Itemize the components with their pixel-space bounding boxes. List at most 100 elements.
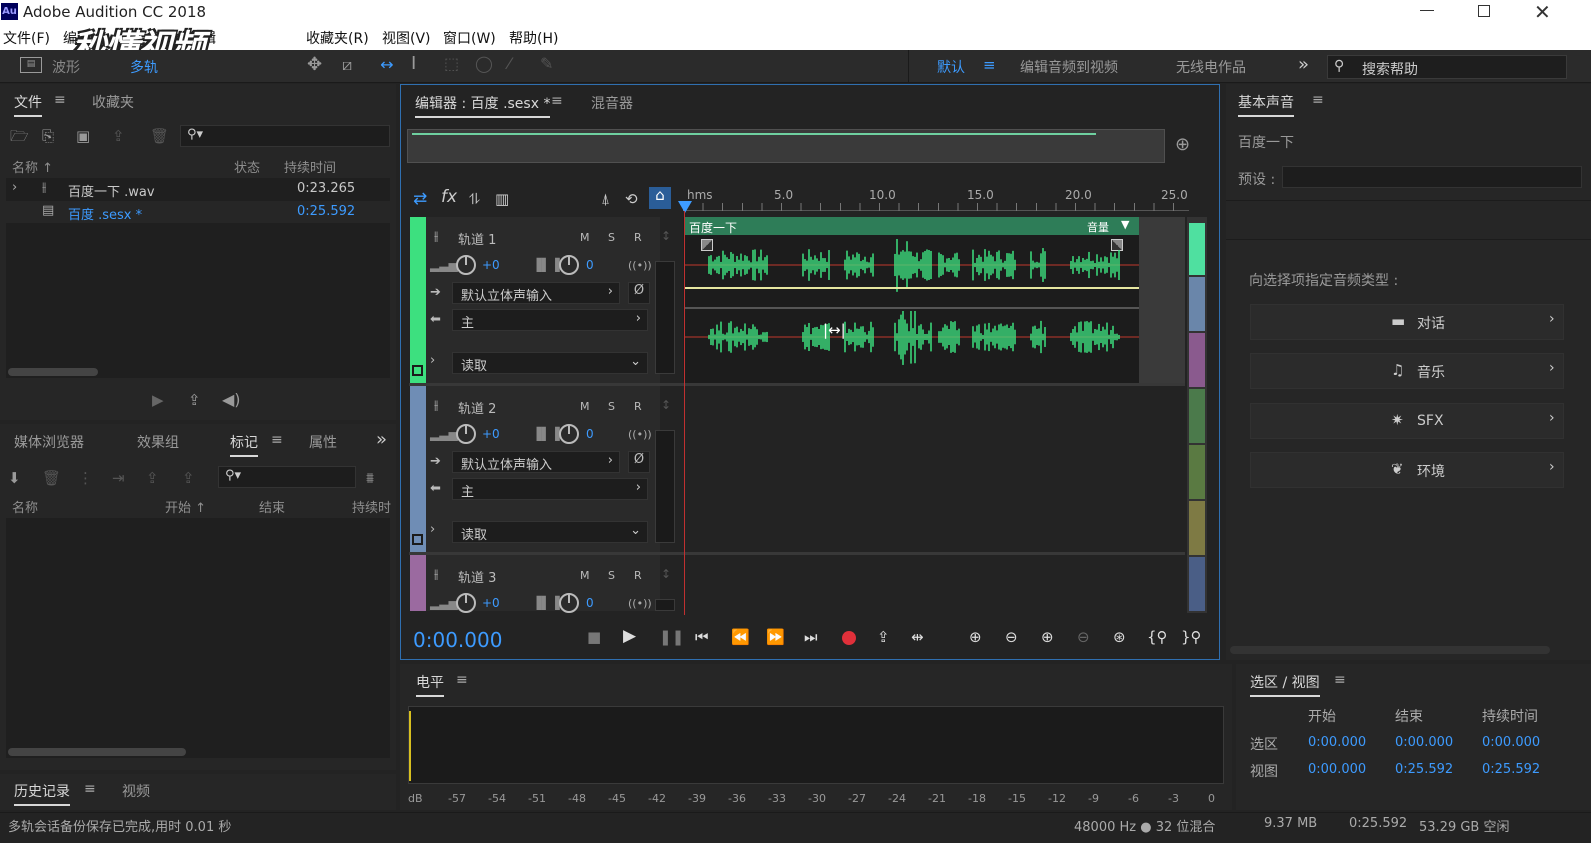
volume-value[interactable]: +0: [482, 427, 500, 441]
column-end[interactable]: 结束: [259, 497, 285, 516]
zoom-out-time-icon[interactable]: ⊖: [1077, 629, 1090, 645]
tab-video[interactable]: 视频: [122, 781, 150, 801]
tab-markers[interactable]: 标记: [230, 432, 258, 457]
column-name[interactable]: 名称: [12, 497, 38, 516]
chevron-down-icon[interactable]: ▼: [1121, 218, 1129, 231]
type-ambience-button[interactable]: ❦ 环境 ›: [1250, 452, 1564, 488]
tab-media-browser[interactable]: 媒体浏览器: [14, 432, 84, 452]
zoom-navigator-icon[interactable]: ⊕: [1175, 136, 1190, 154]
tab-favorites[interactable]: 收藏夹: [92, 92, 134, 112]
essential-sound-scrollbar[interactable]: [1230, 646, 1550, 654]
volume-value[interactable]: +0: [482, 596, 500, 610]
track-name[interactable]: 轨道 2: [458, 398, 496, 417]
delete-icon[interactable]: 🗑: [150, 128, 169, 144]
record-arm-button[interactable]: R: [634, 569, 642, 582]
levels-menu-icon[interactable]: ≡: [456, 672, 468, 688]
mute-button[interactable]: M: [580, 231, 590, 244]
menu-favorites[interactable]: 收藏夹(R): [306, 28, 369, 48]
column-name[interactable]: 名称 ↑: [12, 157, 53, 176]
view-duration[interactable]: 0:25.592: [1482, 762, 1540, 777]
input-select[interactable]: 默认立体声输入 ›: [452, 282, 620, 304]
markers-menu-icon[interactable]: ≡: [271, 432, 283, 448]
inputs-outputs-icon[interactable]: ⇄: [413, 191, 427, 208]
mute-button[interactable]: M: [580, 569, 590, 582]
zoom-in-point-icon[interactable]: {⚲: [1147, 629, 1168, 645]
insert-icon[interactable]: ⇪: [112, 128, 125, 144]
sends-icon[interactable]: ⥮: [469, 191, 480, 207]
close-button[interactable]: ✕: [1534, 0, 1551, 24]
selection-duration[interactable]: 0:00.000: [1482, 735, 1540, 750]
track-resize-icon[interactable]: ↕: [661, 229, 671, 243]
volume-knob[interactable]: [456, 593, 476, 613]
track-name[interactable]: 轨道 1: [458, 229, 496, 248]
volume-envelope[interactable]: [685, 287, 1139, 289]
fast-forward-icon[interactable]: ⏩: [766, 629, 785, 645]
zoom-in-time-icon[interactable]: ⊕: [1041, 629, 1054, 645]
skip-back-icon[interactable]: ⏮: [695, 629, 709, 645]
markers-scrollbar[interactable]: [8, 748, 186, 756]
clip-volume-menu[interactable]: 音量: [1087, 219, 1109, 235]
current-time[interactable]: 0:00.000: [413, 628, 502, 652]
selection-end[interactable]: 0:00.000: [1395, 735, 1453, 750]
marquee-tool-icon[interactable]: ⬚: [444, 56, 459, 72]
view-start[interactable]: 0:00.000: [1308, 762, 1366, 777]
type-music-button[interactable]: ♫ 音乐 ›: [1250, 353, 1564, 389]
pan-value[interactable]: 0: [586, 427, 594, 441]
razor-tool-icon[interactable]: ⧄: [342, 57, 352, 73]
pause-icon[interactable]: ❚❚: [659, 629, 684, 645]
overview-navigator[interactable]: [407, 129, 1165, 163]
phase-invert-button[interactable]: Ø: [628, 282, 650, 304]
pan-value[interactable]: 0: [586, 258, 594, 272]
sync-icon[interactable]: ⟲: [625, 191, 638, 207]
tab-properties[interactable]: 属性: [309, 432, 337, 452]
delete-marker-icon[interactable]: 🗑: [42, 470, 61, 486]
output-select[interactable]: 主 ›: [452, 309, 648, 331]
volume-knob[interactable]: [456, 424, 476, 444]
output-select[interactable]: 主 ›: [452, 478, 648, 500]
markers-search-input[interactable]: ⚲▾: [218, 466, 356, 488]
track-select-checkbox[interactable]: [412, 365, 423, 376]
phase-invert-button[interactable]: Ø: [628, 451, 650, 473]
column-duration[interactable]: 持续时: [352, 497, 391, 516]
playhead-handle[interactable]: [678, 201, 692, 213]
selection-view-menu-icon[interactable]: ≡: [1334, 672, 1346, 688]
zoom-full-icon[interactable]: ⊛: [1113, 629, 1126, 645]
time-selection-tool-icon[interactable]: I: [411, 55, 416, 73]
list-item[interactable]: › ⫲ 百度一下 .wav 0:23.265: [6, 178, 390, 200]
workspace-default[interactable]: 默认: [937, 57, 965, 77]
auto-play-icon[interactable]: ◀): [222, 392, 241, 408]
volume-knob[interactable]: [456, 255, 476, 275]
input-select[interactable]: 默认立体声输入 ›: [452, 451, 620, 473]
solo-button[interactable]: S: [608, 400, 615, 413]
expand-chevron-icon[interactable]: ›: [12, 180, 17, 195]
rewind-icon[interactable]: ⏪: [731, 629, 750, 645]
play-preview-icon[interactable]: ▶: [152, 392, 164, 408]
loop-icon[interactable]: ⇪: [877, 629, 890, 645]
more-tabs-icon[interactable]: »: [376, 429, 387, 450]
zoom-out-point-icon[interactable]: }⚲: [1181, 629, 1202, 645]
expand-chevron-icon[interactable]: ›: [430, 522, 435, 537]
brush-tool-icon[interactable]: ⁄: [508, 56, 511, 72]
eq-icon[interactable]: ▥: [495, 191, 509, 207]
column-status[interactable]: 状态: [234, 157, 260, 176]
monitor-icon[interactable]: ⌂: [649, 187, 671, 209]
audio-clip[interactable]: 百度一下 音量 ▼ |↔|: [685, 217, 1139, 383]
mute-button[interactable]: M: [580, 400, 590, 413]
tab-effects-rack[interactable]: 效果组: [137, 432, 179, 452]
track-overview-bar[interactable]: [1187, 217, 1207, 613]
column-start[interactable]: 开始 ↑: [165, 497, 206, 516]
pan-value[interactable]: 0: [586, 596, 594, 610]
slip-tool-icon[interactable]: ↔: [374, 57, 400, 73]
skip-forward-icon[interactable]: ⏭: [804, 629, 818, 645]
skip-selection-icon[interactable]: ⇹: [911, 629, 924, 645]
marker-filter-icon[interactable]: ⩩: [366, 470, 374, 486]
play-icon[interactable]: ▶: [623, 628, 636, 645]
volume-value[interactable]: +0: [482, 258, 500, 272]
add-marker-icon[interactable]: ⬇: [8, 470, 21, 486]
restore-button[interactable]: [1478, 5, 1490, 17]
pan-knob[interactable]: [559, 593, 579, 613]
tab-history[interactable]: 历史记录: [14, 781, 70, 806]
waveform-view-icon[interactable]: ▤: [20, 57, 42, 73]
tab-mixer[interactable]: 混音器: [591, 93, 633, 113]
track-color-strip[interactable]: [410, 555, 426, 611]
